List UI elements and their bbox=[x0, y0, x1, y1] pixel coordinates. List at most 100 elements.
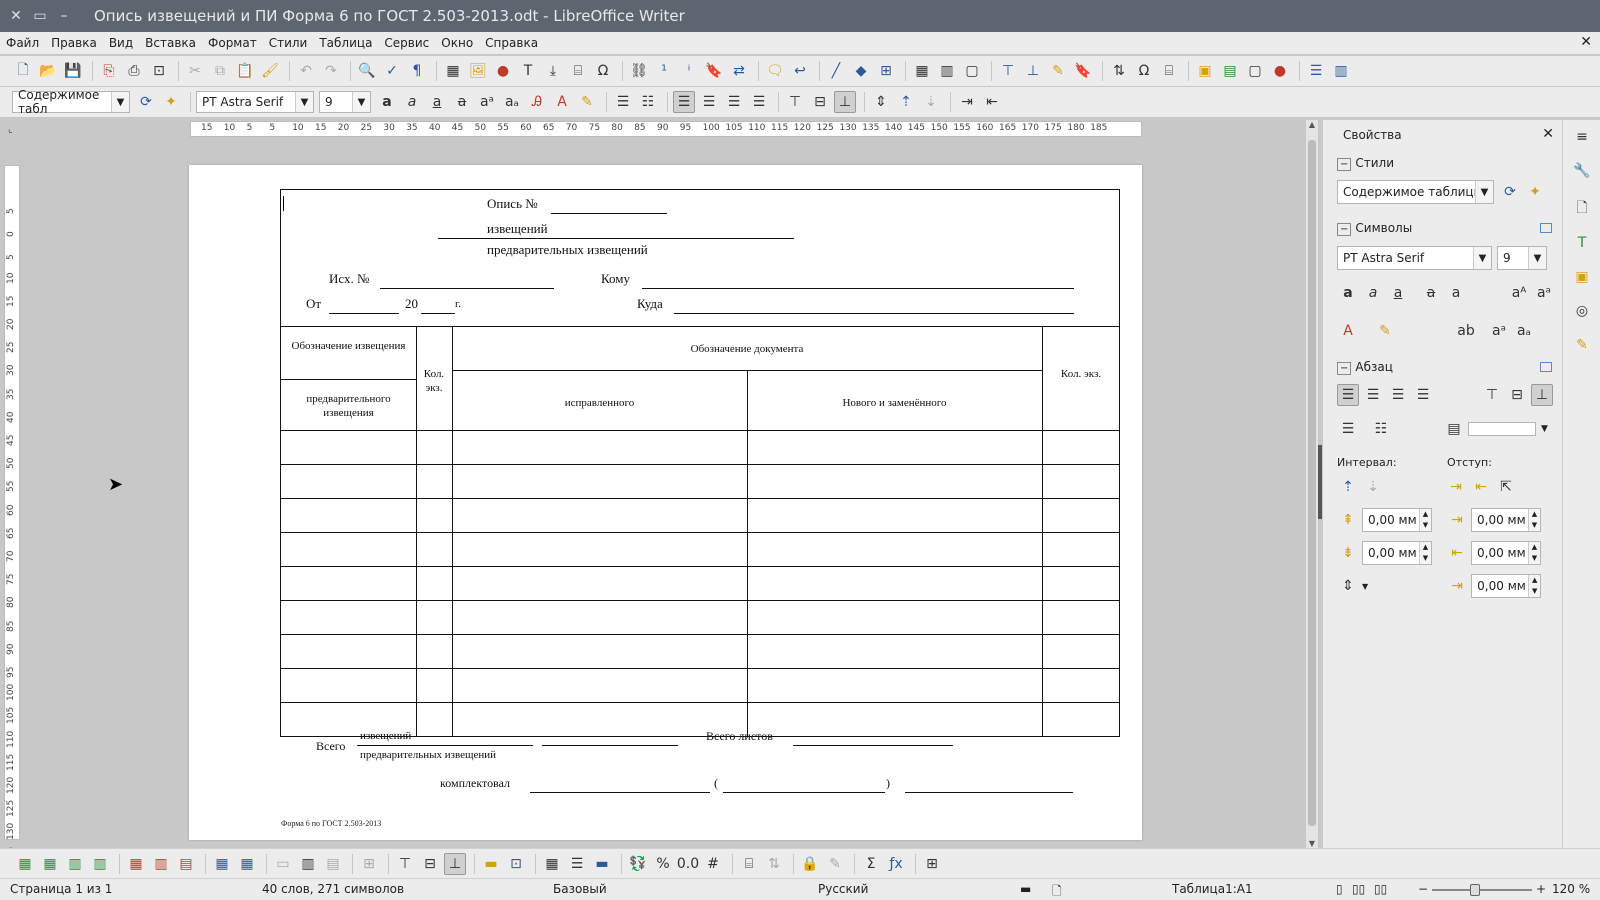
insert-mode-icon[interactable]: ▬ bbox=[1020, 882, 1031, 896]
scroll-thumb[interactable] bbox=[1308, 140, 1316, 826]
opis-number-line[interactable] bbox=[551, 213, 667, 214]
vsego-count-line[interactable] bbox=[542, 745, 678, 746]
find-replace-icon[interactable]: 🔍 bbox=[356, 60, 378, 82]
page-break-icon[interactable]: ⤓ bbox=[542, 60, 564, 82]
indent-after-input[interactable]: 0,00 мм ▲ ▼ bbox=[1471, 541, 1541, 565]
align-bottom-icon[interactable]: ⊥ bbox=[834, 91, 856, 113]
spacing-above-input[interactable]: 0,00 мм ▲ ▼ bbox=[1362, 508, 1432, 532]
cross-reference-icon[interactable]: ⇄ bbox=[728, 60, 750, 82]
table-row[interactable] bbox=[281, 634, 1119, 635]
sidebar-menu-icon[interactable]: ≡ bbox=[1571, 126, 1593, 148]
table-row[interactable] bbox=[281, 668, 1119, 669]
zoom-slider[interactable] bbox=[1432, 889, 1532, 891]
columns-icon[interactable]: ▥ bbox=[936, 60, 958, 82]
chevron-down-icon[interactable]: ▼ bbox=[1541, 424, 1548, 434]
insert-chart-icon[interactable]: ● bbox=[492, 60, 514, 82]
menu-insert[interactable]: Вставка bbox=[139, 36, 202, 50]
line-spacing-icon[interactable]: ⇕ bbox=[1337, 575, 1359, 597]
more-options-icon[interactable] bbox=[1540, 223, 1552, 233]
font-color-icon[interactable]: A bbox=[1337, 320, 1359, 342]
collapse-icon[interactable]: − bbox=[1337, 223, 1352, 236]
collapse-icon[interactable]: − bbox=[1337, 158, 1352, 171]
note-icon[interactable]: ✎ bbox=[1047, 60, 1069, 82]
border-color-icon[interactable]: ▬ bbox=[591, 853, 613, 875]
highlight-color-icon[interactable]: ✎ bbox=[1374, 320, 1396, 342]
number-format-dialog-icon[interactable]: # bbox=[702, 853, 724, 875]
sidebar-size-select[interactable]: 9 ▼ bbox=[1497, 246, 1547, 270]
select-table-icon[interactable]: ▦ bbox=[236, 853, 258, 875]
insert-caption-icon[interactable]: ⌸ bbox=[738, 853, 760, 875]
name-line[interactable] bbox=[723, 792, 885, 793]
formula-icon[interactable]: ƒx bbox=[885, 853, 907, 875]
spin-buttons[interactable]: ▲ ▼ bbox=[1419, 509, 1431, 531]
increase-spacing-icon[interactable]: ⇡ bbox=[895, 91, 917, 113]
underline-icon[interactable]: a bbox=[1387, 282, 1409, 304]
redo-icon[interactable]: ↷ bbox=[320, 60, 342, 82]
insert-column-before-icon[interactable]: ▥ bbox=[64, 853, 86, 875]
decrease-spacing-icon[interactable]: ⇣ bbox=[1362, 476, 1384, 498]
sort-icon[interactable]: ⇅ bbox=[763, 853, 785, 875]
protect-cells-icon[interactable]: 🔒 bbox=[799, 853, 821, 875]
manage-changes-tab-icon[interactable]: ✎ bbox=[1571, 334, 1593, 356]
window-close-icon[interactable]: ✕ bbox=[4, 8, 28, 24]
scroll-up-icon[interactable]: ▲ bbox=[1306, 120, 1318, 129]
menu-help[interactable]: Справка bbox=[479, 36, 544, 50]
export-pdf-icon[interactable]: ⎘ bbox=[98, 60, 120, 82]
chevron-down-icon[interactable]: ▼ bbox=[1362, 582, 1368, 591]
border-style-icon[interactable]: ☰ bbox=[566, 853, 588, 875]
navigator-icon[interactable]: ☰ bbox=[1305, 60, 1327, 82]
unprotect-cells-icon[interactable]: ✎ bbox=[824, 853, 846, 875]
align-left-icon[interactable]: ☰ bbox=[673, 91, 695, 113]
new-style-icon[interactable]: ✦ bbox=[1524, 181, 1546, 203]
track-changes-icon[interactable]: ↩ bbox=[789, 60, 811, 82]
object-icon[interactable]: ⊞ bbox=[875, 60, 897, 82]
align-top-icon[interactable]: ⊤ bbox=[784, 91, 806, 113]
shrink-font-icon[interactable]: aᵃ bbox=[1533, 282, 1555, 304]
spin-buttons[interactable]: ▲ ▼ bbox=[1528, 542, 1540, 564]
font-size-select[interactable]: 9 ▼ bbox=[319, 91, 371, 113]
delete-table-icon[interactable]: ▤ bbox=[175, 853, 197, 875]
sum-icon[interactable]: Σ bbox=[860, 853, 882, 875]
split-cells-icon[interactable]: ▥ bbox=[297, 853, 319, 875]
delete-row-icon[interactable]: ▦ bbox=[125, 853, 147, 875]
table-row[interactable] bbox=[281, 532, 1119, 533]
book-view-icon[interactable]: ▯▯ bbox=[1374, 882, 1387, 896]
year-line[interactable] bbox=[421, 313, 455, 314]
align-justify-icon[interactable]: ☰ bbox=[748, 91, 770, 113]
align-left-icon[interactable]: ☰ bbox=[1337, 384, 1359, 406]
form-controls-icon[interactable]: ⇅ bbox=[1108, 60, 1130, 82]
above-spacing-icon[interactable]: ⇞ bbox=[1337, 509, 1359, 531]
document-modified-icon[interactable]: 🗋 bbox=[1052, 882, 1062, 900]
subscript-icon[interactable]: aₐ bbox=[501, 91, 523, 113]
font-color-icon[interactable]: A bbox=[551, 91, 573, 113]
copy-icon[interactable]: ⧉ bbox=[209, 60, 231, 82]
vsego-listov-line[interactable] bbox=[793, 745, 953, 746]
page-tab-icon[interactable]: 🗋 bbox=[1571, 198, 1593, 220]
basic-shapes-icon[interactable]: ◆ bbox=[850, 60, 872, 82]
cell-align-center-icon[interactable]: ⊟ bbox=[419, 853, 441, 875]
paste-icon[interactable]: 📋 bbox=[234, 60, 256, 82]
cut-icon[interactable]: ✂ bbox=[184, 60, 206, 82]
increase-indent-icon[interactable]: ⇥ bbox=[956, 91, 978, 113]
select-cell-icon[interactable]: ▦ bbox=[211, 853, 233, 875]
page-style[interactable]: Базовый bbox=[553, 882, 607, 896]
navigator-tab-icon[interactable]: ◎ bbox=[1571, 300, 1593, 322]
align-middle-icon[interactable]: ⊟ bbox=[1506, 384, 1528, 406]
properties-tab-icon[interactable]: 🔧 bbox=[1571, 160, 1593, 182]
after-indent-icon[interactable]: ⇤ bbox=[1446, 542, 1468, 564]
paragraph-style-select[interactable]: Содержимое табл ▼ bbox=[12, 88, 130, 116]
before-indent-icon[interactable]: ⇥ bbox=[1446, 509, 1468, 531]
strikethrough-icon[interactable]: a bbox=[1420, 282, 1442, 304]
isx-number-line[interactable] bbox=[380, 288, 554, 289]
table-row[interactable] bbox=[281, 498, 1119, 499]
italic-icon[interactable]: a bbox=[401, 91, 423, 113]
align-bottom-icon[interactable]: ⊥ bbox=[1531, 384, 1553, 406]
open-icon[interactable]: 📂 bbox=[37, 60, 59, 82]
below-spacing-icon[interactable]: ⇟ bbox=[1337, 542, 1359, 564]
bullet-list-icon[interactable]: ☰ bbox=[612, 91, 634, 113]
spin-buttons[interactable]: ▲ ▼ bbox=[1528, 575, 1541, 597]
macro-icon[interactable]: ● bbox=[1269, 60, 1291, 82]
vertical-ruler[interactable]: 5 0 5 10 15 20 25 30 35 40 45 50 55 60 65 70 75 80 85 90 95 1… bbox=[4, 165, 20, 887]
indent-before-input[interactable]: 0,00 мм ▲ ▼ bbox=[1471, 508, 1541, 532]
sidebar-close-icon[interactable]: ✕ bbox=[1542, 126, 1554, 142]
